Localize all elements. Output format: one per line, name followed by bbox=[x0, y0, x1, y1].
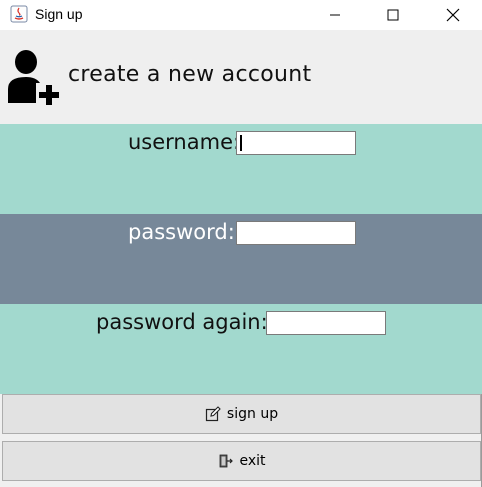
java-app-icon bbox=[10, 5, 28, 23]
sign-up-label: sign up bbox=[226, 406, 279, 422]
add-user-icon bbox=[6, 49, 62, 105]
exit-label: exit bbox=[239, 453, 266, 469]
close-icon bbox=[446, 8, 460, 22]
maximize-icon bbox=[387, 9, 399, 21]
text-caret bbox=[240, 135, 242, 151]
password-again-field[interactable] bbox=[266, 311, 386, 335]
password-label: password: bbox=[128, 220, 235, 244]
exit-button[interactable]: exit bbox=[2, 441, 481, 481]
edit-icon bbox=[205, 406, 221, 422]
close-button[interactable] bbox=[424, 0, 482, 30]
exit-door-icon bbox=[217, 453, 234, 469]
password-field[interactable] bbox=[236, 221, 356, 245]
username-row: username: bbox=[0, 124, 482, 214]
maximize-button[interactable] bbox=[364, 0, 422, 30]
sign-up-button[interactable]: sign up bbox=[2, 394, 481, 434]
password-row: password: bbox=[0, 214, 482, 304]
header-panel: create a new account bbox=[0, 30, 482, 124]
username-field[interactable] bbox=[236, 131, 356, 155]
password-again-row: password again: bbox=[0, 304, 482, 394]
minimize-button[interactable] bbox=[306, 0, 364, 30]
page-title: create a new account bbox=[68, 62, 312, 87]
minimize-icon bbox=[330, 14, 340, 16]
signup-window: Sign up create a new account username: p… bbox=[0, 0, 482, 487]
password-again-label: password again: bbox=[96, 310, 268, 334]
title-bar[interactable]: Sign up bbox=[0, 0, 482, 30]
window-title: Sign up bbox=[35, 6, 83, 22]
username-label: username: bbox=[128, 130, 241, 154]
